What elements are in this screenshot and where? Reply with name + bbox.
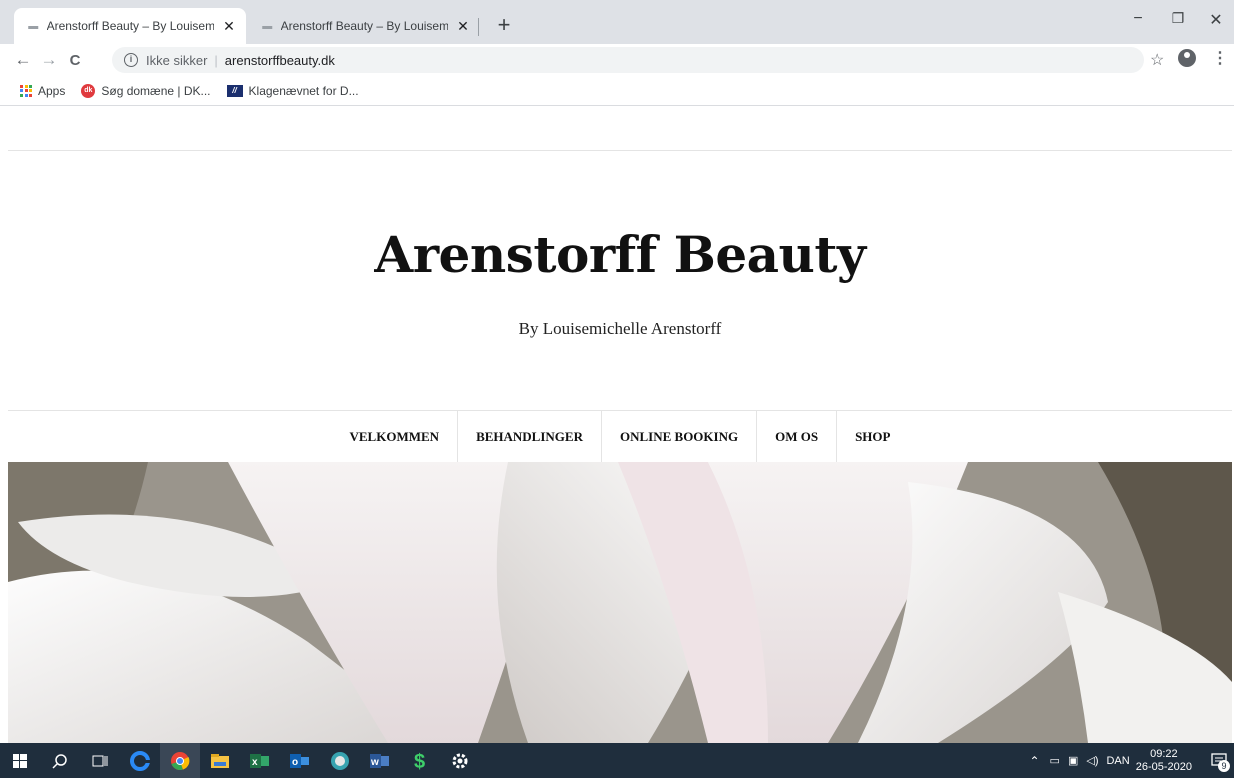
close-window-button[interactable]: ✕ <box>1196 10 1234 30</box>
windows-taskbar: x o w $ ⌃ ▭ ▣ ◁) DAN 09:22 26-05-2020 9 <box>0 743 1234 778</box>
language-indicator[interactable]: DAN <box>1106 755 1129 767</box>
windows-start-icon[interactable] <box>0 743 40 778</box>
bookmark-label: Apps <box>38 83 66 98</box>
bookmark-star-icon[interactable]: ☆ <box>1150 50 1164 70</box>
nav-item-online-booking[interactable]: ONLINE BOOKING <box>602 411 758 462</box>
klagenaevnet-icon: // <box>226 84 243 97</box>
info-icon[interactable]: i <box>124 53 138 67</box>
nav-item-shop[interactable]: SHOP <box>837 411 908 462</box>
word-icon[interactable]: w <box>360 743 400 778</box>
outlook-icon[interactable]: o <box>280 743 320 778</box>
nav-item-om-os[interactable]: OM OS <box>757 411 838 462</box>
bookmark-klagenaevnet[interactable]: // Klagenævnet for D... <box>226 83 359 98</box>
bookmark-label: Klagenævnet for D... <box>248 83 359 98</box>
web-page: Arenstorff Beauty By Louisemichelle Aren… <box>0 107 1234 743</box>
chrome-browser-icon[interactable] <box>160 743 200 778</box>
main-navigation: VELKOMMEN BEHANDLINGER ONLINE BOOKING OM… <box>8 410 1232 462</box>
svg-text:x: x <box>252 757 258 768</box>
bookmark-label: Søg domæne | DK... <box>101 83 211 98</box>
close-tab-icon[interactable]: ✕ <box>222 18 236 35</box>
settings-gear-icon[interactable] <box>440 743 480 778</box>
reload-button[interactable]: C <box>62 52 88 69</box>
clock-date: 26-05-2020 <box>1135 760 1192 773</box>
network-icon[interactable]: ▣ <box>1068 754 1078 767</box>
tab-separator <box>478 18 479 36</box>
white-magnolia-flower-image <box>8 462 1232 743</box>
nav-item-behandlinger[interactable]: BEHANDLINGER <box>458 411 602 462</box>
clock-time: 09:22 <box>1150 747 1178 760</box>
url-text[interactable]: arenstorffbeauty.dk <box>225 53 335 68</box>
eset-antivirus-icon[interactable] <box>320 743 360 778</box>
address-bar[interactable]: i Ikke sikker | arenstorffbeauty.dk <box>112 47 1144 73</box>
apps-grid-icon <box>20 84 32 97</box>
system-tray: ⌃ ▭ ▣ ◁) DAN 09:22 26-05-2020 9 <box>1029 743 1234 778</box>
show-hidden-icons-icon[interactable]: ⌃ <box>1029 754 1039 768</box>
notification-count-badge: 9 <box>1218 760 1230 772</box>
money-app-icon[interactable]: $ <box>400 743 440 778</box>
excel-icon[interactable]: x <box>240 743 280 778</box>
svg-text:$: $ <box>414 751 425 772</box>
close-tab-icon[interactable]: ✕ <box>456 18 470 35</box>
page-content: Arenstorff Beauty By Louisemichelle Aren… <box>8 107 1232 743</box>
hero-image <box>8 462 1232 743</box>
browser-menu-icon[interactable]: ⋮ <box>1212 48 1228 68</box>
security-label: Ikke sikker <box>146 52 208 68</box>
svg-text:w: w <box>370 757 379 768</box>
tab-strip: ▬ Arenstorff Beauty – By Louisemic ✕ ▬ A… <box>0 0 1234 44</box>
divider <box>8 150 1232 151</box>
profile-avatar-icon[interactable] <box>1178 49 1196 67</box>
battery-power-icon[interactable]: ▭ <box>1050 754 1060 767</box>
dk-hostmaster-icon: dk <box>81 83 96 98</box>
site-title[interactable]: Arenstorff Beauty <box>8 225 1232 284</box>
back-button[interactable]: ← <box>10 50 36 70</box>
task-view-icon[interactable] <box>80 743 120 778</box>
action-center-icon[interactable]: 9 <box>1204 743 1234 778</box>
tab-title: Arenstorff Beauty – By Louisemic <box>280 19 448 33</box>
browser-toolbar: ← → C i Ikke sikker | arenstorffbeauty.d… <box>0 44 1234 76</box>
site-tagline: By Louisemichelle Arenstorff <box>518 319 722 338</box>
tab-active[interactable]: ▬ Arenstorff Beauty – By Louisemic ✕ <box>14 8 246 44</box>
bookmark-dk-hostmaster[interactable]: dk Søg domæne | DK... <box>81 83 211 98</box>
page-favicon-icon: ▬ <box>28 20 39 32</box>
tab-title: Arenstorff Beauty – By Louisemic <box>46 19 214 33</box>
search-icon[interactable] <box>40 743 80 778</box>
divider: | <box>214 52 218 68</box>
svg-text:o: o <box>292 757 298 768</box>
taskbar-clock[interactable]: 09:22 26-05-2020 <box>1136 748 1192 774</box>
tab-inactive[interactable]: ▬ Arenstorff Beauty – By Louisemic ✕ <box>248 8 480 44</box>
bookmarks-bar: Apps dk Søg domæne | DK... // Klagenævne… <box>0 76 1234 106</box>
bookmark-apps[interactable]: Apps <box>20 84 65 98</box>
volume-icon[interactable]: ◁) <box>1086 754 1098 767</box>
minimize-button[interactable]: − <box>1118 10 1158 28</box>
forward-button[interactable]: → <box>36 50 62 70</box>
edge-browser-icon[interactable] <box>120 743 160 778</box>
file-explorer-icon[interactable] <box>200 743 240 778</box>
nav-item-velkommen[interactable]: VELKOMMEN <box>332 411 459 462</box>
new-tab-button[interactable]: + <box>490 12 518 40</box>
restore-button[interactable]: ❐ <box>1158 10 1198 27</box>
page-favicon-icon: ▬ <box>262 20 273 32</box>
